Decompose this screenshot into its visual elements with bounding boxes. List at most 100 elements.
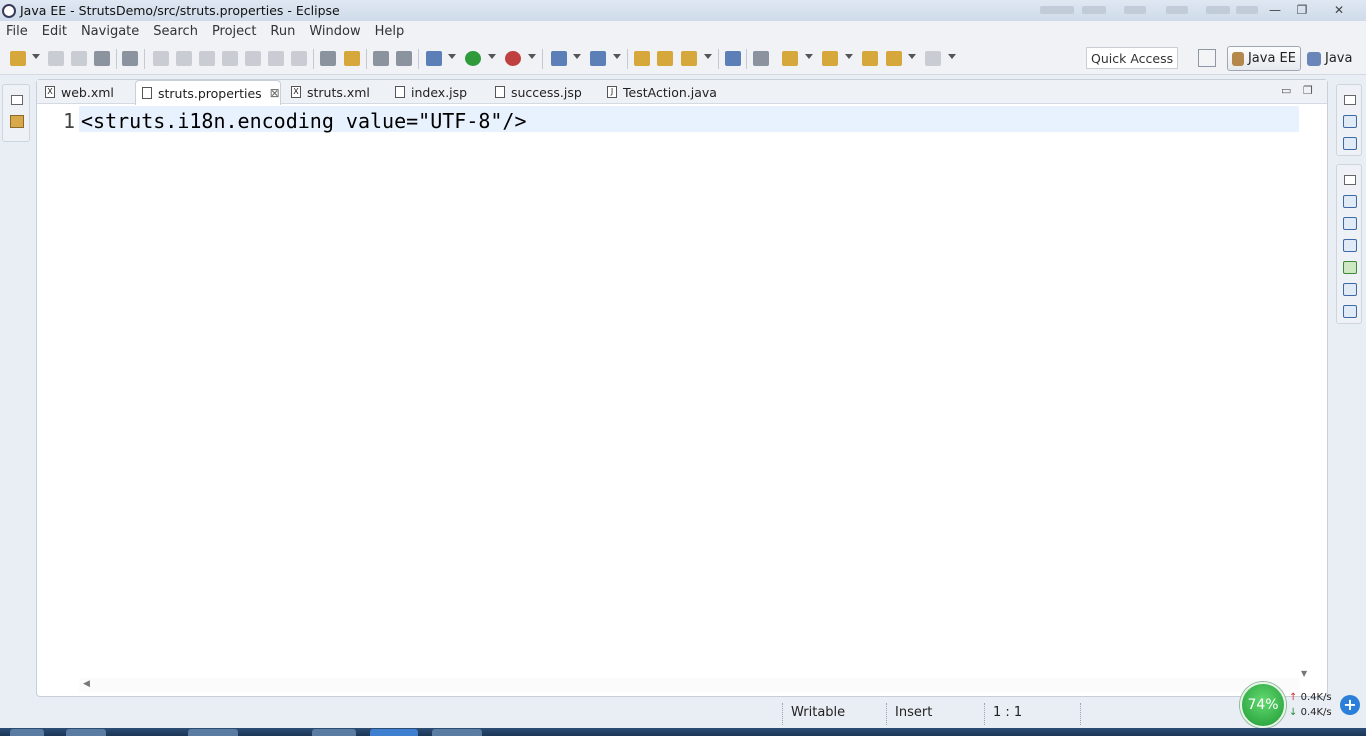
- tab-testaction-java[interactable]: J TestAction.java: [601, 80, 731, 104]
- taskbar-item[interactable]: [312, 729, 356, 736]
- servers-icon[interactable]: [1343, 239, 1357, 252]
- start-button[interactable]: [10, 729, 44, 736]
- resume-icon[interactable]: [153, 51, 169, 66]
- chevron-down-icon[interactable]: [805, 54, 813, 59]
- open-task-icon[interactable]: [657, 51, 673, 66]
- status-divider: [886, 703, 888, 725]
- close-tab-icon[interactable]: ⊠: [270, 86, 280, 100]
- search-icon[interactable]: [681, 51, 697, 66]
- scroll-left-icon[interactable]: ◀: [83, 679, 90, 689]
- package-explorer-icon[interactable]: [10, 115, 24, 128]
- perspective-java[interactable]: Java: [1303, 46, 1356, 71]
- minimize-window-button[interactable]: —: [1262, 1, 1288, 18]
- open-web-browser-icon[interactable]: [725, 51, 741, 66]
- perspective-label: Java: [1325, 51, 1353, 66]
- console-icon[interactable]: [1343, 305, 1357, 318]
- horizontal-scrollbar[interactable]: ◀: [79, 678, 1299, 692]
- tab-index-jsp[interactable]: index.jsp: [389, 80, 489, 104]
- toggle-mark-icon[interactable]: [344, 51, 360, 66]
- chevron-down-icon[interactable]: [948, 54, 956, 59]
- code-line[interactable]: <struts.i18n.encoding value="UTF-8"/>: [81, 109, 527, 133]
- maximize-window-button[interactable]: ❐: [1289, 1, 1315, 18]
- minimize-view-button[interactable]: ▭: [1281, 84, 1291, 97]
- plus-icon[interactable]: +: [1340, 695, 1360, 715]
- show-whitespace-icon[interactable]: [396, 51, 412, 66]
- maximize-view-button[interactable]: ❐: [1303, 84, 1313, 97]
- status-divider: [984, 703, 986, 725]
- step-into-icon[interactable]: [245, 51, 261, 66]
- memory-usage-widget[interactable]: 74%: [1240, 682, 1286, 728]
- chevron-down-icon[interactable]: [488, 54, 496, 59]
- save-icon[interactable]: [48, 51, 64, 66]
- task-list-icon[interactable]: [1343, 137, 1357, 150]
- open-type-icon[interactable]: [634, 51, 650, 66]
- toggle-breadcrumb-icon[interactable]: [753, 51, 769, 66]
- taskbar-item[interactable]: [370, 729, 418, 736]
- title-bar: Java EE - StrutsDemo/src/struts.properti…: [0, 0, 1366, 21]
- debug-icon[interactable]: [426, 51, 442, 66]
- chevron-down-icon[interactable]: [908, 54, 916, 59]
- new-server-icon[interactable]: [551, 51, 567, 66]
- vertical-scrollbar[interactable]: ▼: [1299, 106, 1311, 678]
- chevron-down-icon[interactable]: [448, 54, 456, 59]
- block-selection-icon[interactable]: [373, 51, 389, 66]
- previous-annotation-icon[interactable]: [822, 51, 838, 66]
- chevron-down-icon[interactable]: [32, 54, 40, 59]
- chevron-down-icon[interactable]: [613, 54, 621, 59]
- skip-breakpoints-icon[interactable]: [122, 51, 138, 66]
- new-java-class-icon[interactable]: [590, 51, 606, 66]
- properties-view-icon[interactable]: [1343, 217, 1357, 230]
- tab-struts-properties[interactable]: struts.properties ⊠: [135, 80, 281, 105]
- save-all-icon[interactable]: [71, 51, 87, 66]
- chevron-down-icon[interactable]: [845, 54, 853, 59]
- chevron-down-icon[interactable]: [573, 54, 581, 59]
- tab-label: TestAction.java: [623, 84, 717, 100]
- quick-access-input[interactable]: Quick Access: [1086, 47, 1178, 69]
- format-icon[interactable]: [320, 51, 336, 66]
- menu-search[interactable]: Search: [153, 24, 198, 39]
- scroll-down-icon[interactable]: ▼: [1301, 669, 1307, 678]
- menu-window[interactable]: Window: [309, 24, 360, 39]
- external-tools-icon[interactable]: [505, 51, 521, 66]
- taskbar-item[interactable]: [66, 729, 106, 736]
- menu-edit[interactable]: Edit: [42, 24, 67, 39]
- blurred-text: [1236, 6, 1258, 14]
- step-over-icon[interactable]: [268, 51, 284, 66]
- chevron-down-icon[interactable]: [704, 54, 712, 59]
- snippets-icon[interactable]: [1343, 283, 1357, 296]
- last-edit-location-icon[interactable]: [862, 51, 878, 66]
- run-icon[interactable]: [465, 51, 481, 66]
- tab-success-jsp[interactable]: success.jsp: [489, 80, 601, 104]
- taskbar-item[interactable]: [188, 729, 238, 736]
- terminate-icon[interactable]: [199, 51, 215, 66]
- restore-icon[interactable]: [1344, 95, 1356, 105]
- status-divider: [782, 703, 784, 725]
- taskbar-item[interactable]: [432, 729, 482, 736]
- restore-icon[interactable]: [11, 95, 23, 105]
- next-annotation-icon[interactable]: [782, 51, 798, 66]
- chevron-down-icon[interactable]: [528, 54, 536, 59]
- data-source-explorer-icon[interactable]: [1343, 261, 1357, 274]
- perspective-java-ee[interactable]: Java EE: [1227, 46, 1301, 71]
- print-icon[interactable]: [94, 51, 110, 66]
- menu-help[interactable]: Help: [375, 24, 405, 39]
- menu-run[interactable]: Run: [270, 24, 295, 39]
- forward-arrow-icon[interactable]: [925, 51, 941, 66]
- tab-label: index.jsp: [411, 84, 468, 100]
- step-return-icon[interactable]: [291, 51, 307, 66]
- menu-project[interactable]: Project: [212, 24, 256, 39]
- markers-icon[interactable]: [1343, 195, 1357, 208]
- tab-web-xml[interactable]: X web.xml: [39, 80, 135, 104]
- open-perspective-icon[interactable]: [1198, 49, 1216, 67]
- blurred-text: [1206, 6, 1230, 14]
- close-window-button[interactable]: ✕: [1326, 1, 1352, 18]
- menu-file[interactable]: File: [6, 24, 28, 39]
- suspend-icon[interactable]: [176, 51, 192, 66]
- disconnect-icon[interactable]: [222, 51, 238, 66]
- outline-icon[interactable]: [1343, 115, 1357, 128]
- restore-icon[interactable]: [1344, 175, 1356, 185]
- menu-navigate[interactable]: Navigate: [81, 24, 139, 39]
- new-icon[interactable]: [10, 51, 26, 66]
- tab-struts-xml[interactable]: X struts.xml: [285, 80, 389, 104]
- back-arrow-icon[interactable]: [886, 51, 902, 66]
